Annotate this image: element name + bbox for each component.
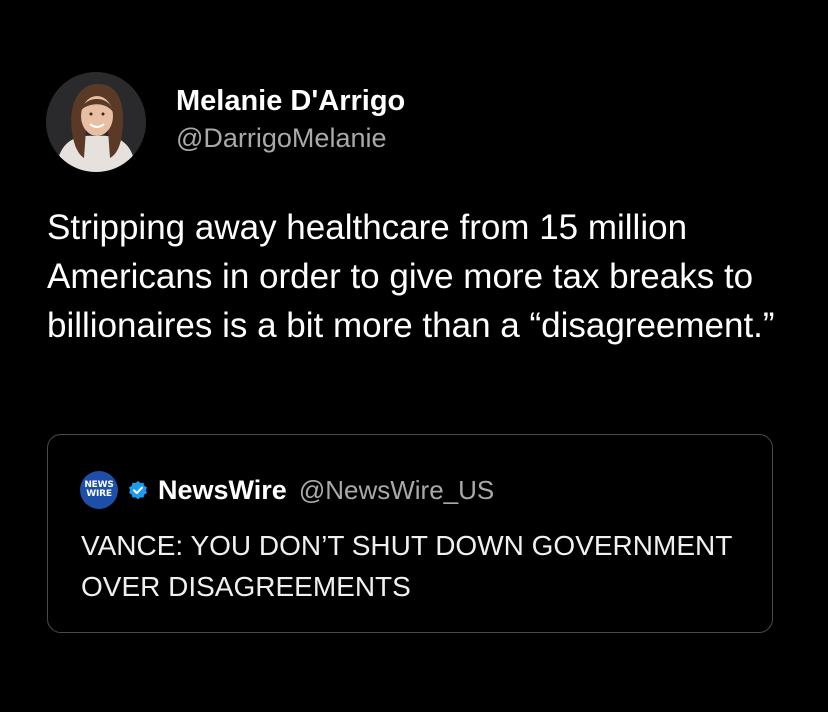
newswire-logo-icon[interactable]: NEWS WIRE [80,471,118,509]
avatar[interactable] [46,72,146,172]
author-handle[interactable]: @DarrigoMelanie [176,120,405,156]
quoted-tweet-card[interactable]: NEWS WIRE NewsWire @NewsWire_US VANCE: Y… [47,434,773,633]
author-display-name[interactable]: Melanie D'Arrigo [176,82,405,120]
quoted-handle[interactable]: @NewsWire_US [299,475,494,506]
tweet-text: Stripping away healthcare from 15 millio… [47,208,775,345]
quoted-display-name[interactable]: NewsWire [158,475,287,506]
quoted-tweet-header: NEWS WIRE NewsWire @NewsWire_US [80,471,494,509]
verified-badge-icon [128,480,148,500]
author-names: Melanie D'Arrigo @DarrigoMelanie [176,82,405,156]
tweet-header: Melanie D'Arrigo @DarrigoMelanie [46,72,405,172]
quoted-tweet-text: VANCE: YOU DON’T SHUT DOWN GOVERNMENT OV… [81,530,732,602]
tweet: Melanie D'Arrigo @DarrigoMelanie Strippi… [0,0,828,712]
profile-photo-icon [46,72,146,172]
newswire-logo-line-2: WIRE [86,489,112,499]
